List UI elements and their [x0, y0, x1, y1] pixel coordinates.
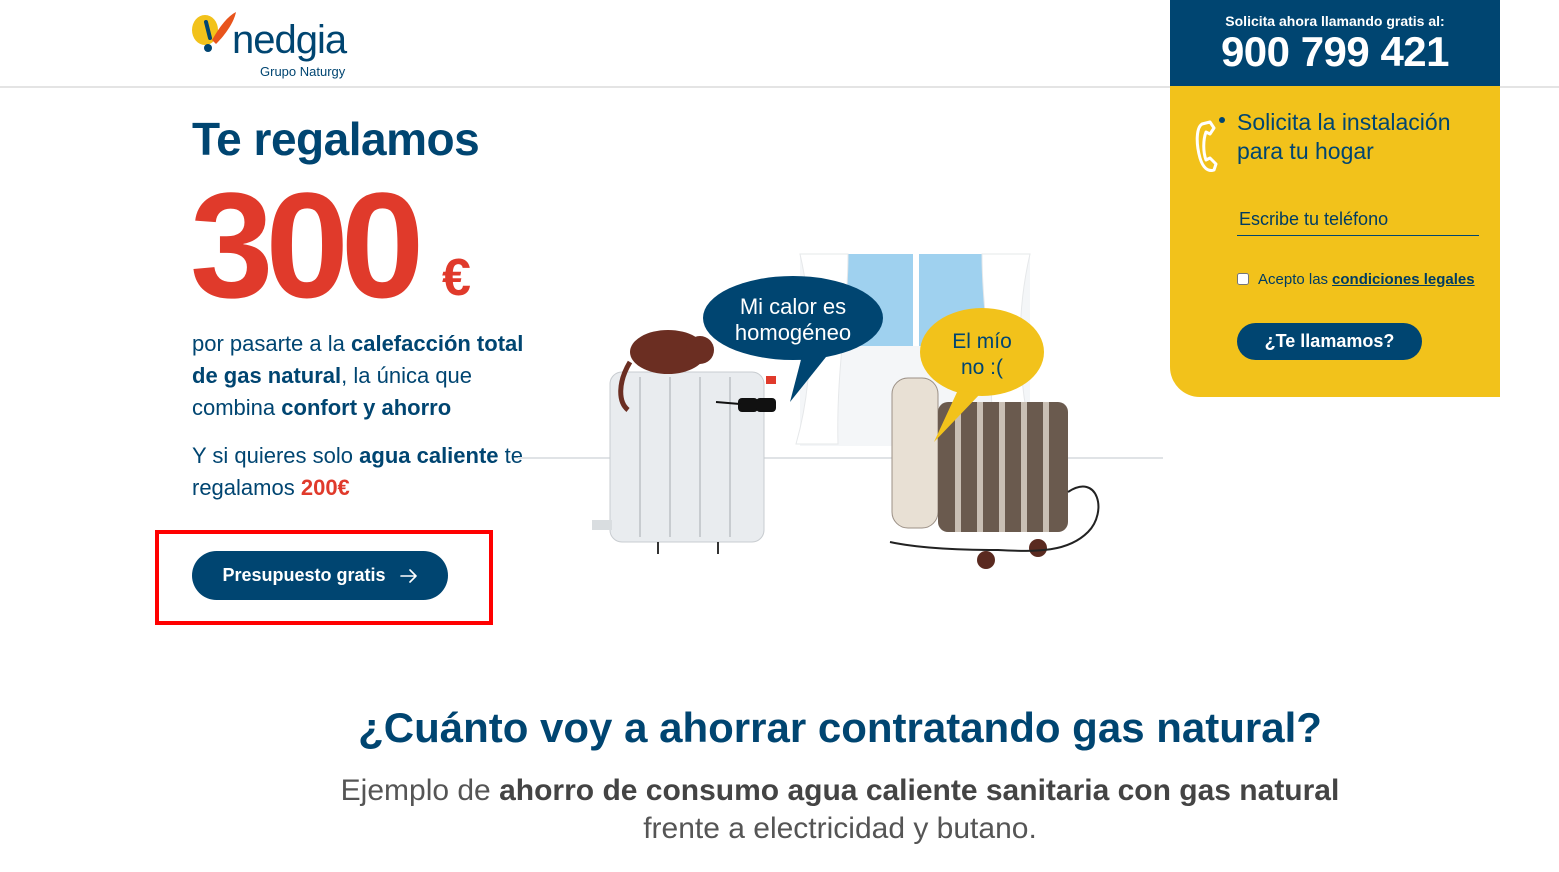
phone-input[interactable]	[1237, 204, 1479, 236]
hero-currency: €	[442, 249, 471, 307]
white-radiator	[592, 330, 776, 554]
free-quote-button[interactable]: Presupuesto gratis	[192, 551, 448, 600]
savings-subtitle-text-2: frente a electricidad y butano.	[643, 812, 1037, 845]
hero-description: por pasarte a la calefacción total de ga…	[192, 328, 552, 424]
call-label: Solicita ahora llamando gratis al:	[1225, 13, 1445, 29]
bubble2-line1: El mío	[952, 330, 1012, 353]
legal-conditions-link[interactable]: condiciones legales	[1332, 271, 1475, 288]
hero-title: Te regalamos	[192, 113, 480, 165]
desc2-amount: 200€	[300, 475, 350, 500]
logo-text: nedgia	[232, 18, 347, 62]
nedgia-logo[interactable]: nedgia Grupo Naturgy	[190, 6, 360, 80]
accept-terms-text: Acepto las	[1258, 270, 1329, 288]
bubble1-line1: Mi calor es	[740, 294, 846, 319]
savings-subtitle: Ejemplo de ahorro de consumo agua calien…	[0, 772, 1559, 848]
arrow-right-icon	[399, 568, 417, 583]
hero-amount: 300	[190, 161, 424, 329]
accept-terms-row[interactable]: Acepto las condiciones legales	[1237, 270, 1475, 288]
form-title: Solicita la instalación para tu hogar	[1237, 108, 1487, 166]
savings-title: ¿Cuánto voy a ahorrar contratando gas na…	[358, 704, 1322, 751]
radiators-illustration: Mi calor es homogéneo El mío no :(	[518, 253, 1163, 569]
bubble2-line2: no :(	[961, 356, 1003, 379]
callback-form: Solicita la instalación para tu hogar Ac…	[1170, 86, 1500, 397]
electric-radiator	[889, 377, 1100, 569]
savings-subtitle-text-1: Ejemplo de	[340, 774, 500, 807]
form-title-line2: para tu hogar	[1237, 138, 1374, 164]
accept-terms-checkbox[interactable]	[1237, 273, 1249, 285]
call-phone-number[interactable]: 900 799 421	[1170, 28, 1500, 76]
desc-bold-2: confort y ahorro	[281, 395, 452, 420]
savings-subtitle-bold: ahorro de consumo agua caliente sanitari…	[499, 774, 1340, 807]
desc2-bold: agua caliente	[359, 443, 499, 468]
desc2-text-1: Y si quieres solo	[192, 443, 360, 468]
desc-text-1: por pasarte a la	[192, 331, 351, 356]
call-panel: Solicita ahora llamando gratis al: 900 7…	[1170, 0, 1500, 86]
hero-description-water: Y si quieres solo agua caliente te regal…	[192, 440, 552, 504]
call-me-button[interactable]: ¿Te llamamos?	[1237, 323, 1422, 360]
phone-icon	[1195, 117, 1225, 172]
form-title-line1: Solicita la instalación	[1237, 109, 1451, 135]
logo-subtitle: Grupo Naturgy	[260, 64, 346, 79]
free-quote-label: Presupuesto gratis	[222, 565, 386, 585]
bubble1-line2: homogéneo	[735, 320, 851, 345]
